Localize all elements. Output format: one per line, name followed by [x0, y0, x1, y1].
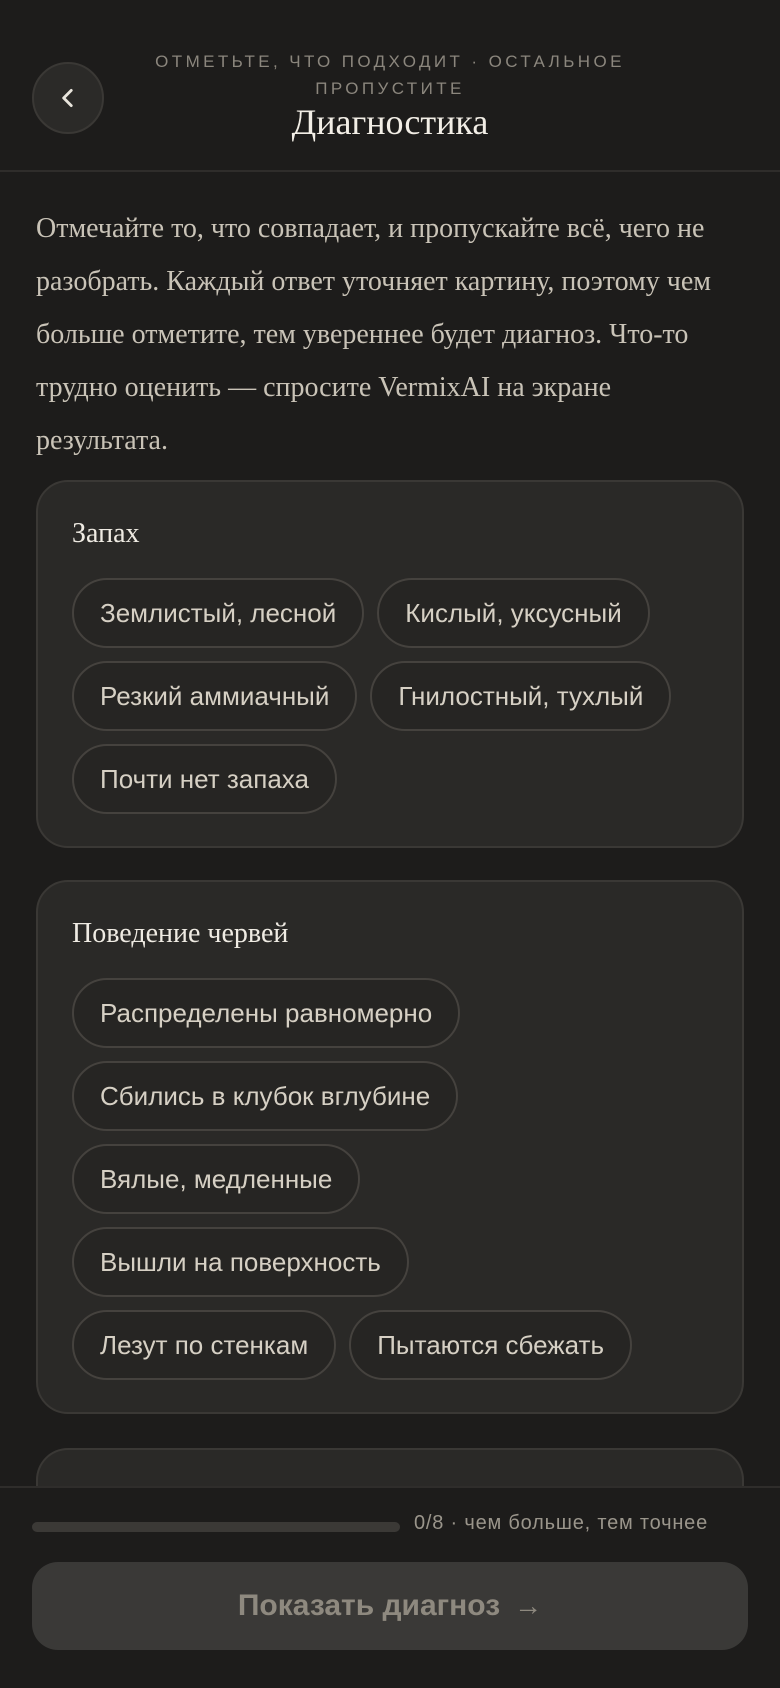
option-chip[interactable]: Вялые, медленные [72, 1144, 361, 1214]
page-title: Диагностика [291, 102, 489, 142]
option-chip[interactable]: Пытаются сбежать [349, 1310, 633, 1380]
option-chip[interactable]: Землистый, лесной [72, 578, 365, 648]
option-chip[interactable]: Вышли на поверхность [72, 1227, 409, 1297]
section-card-smell: Запах Землистый, лесной Кислый, уксусный… [36, 480, 744, 848]
option-chip[interactable]: Резкий аммиачный [72, 661, 358, 731]
header: ОТМЕТЬТЕ, ЧТО ПОДХОДИТ · ОСТАЛЬНОЕ ПРОПУ… [0, 0, 780, 172]
arrow-right-icon: → [514, 1590, 543, 1621]
section-card-behaviour: Поведение червей Распределены равномерно… [36, 880, 744, 1414]
intro-text: Отмечайте то, что совпадает, и пропускай… [36, 213, 712, 456]
progress-text: 0/8 · чем больше, тем точнее [414, 1512, 709, 1534]
option-chip[interactable]: Лезут по стенкам [72, 1310, 337, 1380]
progress-bar [32, 1522, 400, 1532]
show-diagnosis-button[interactable]: Показать диагноз → [32, 1562, 748, 1650]
header-subtitle: ОТМЕТЬТЕ, ЧТО ПОДХОДИТ · ОСТАЛЬНОЕ ПРОПУ… [155, 52, 625, 98]
option-chips: Землистый, лесной Кислый, уксусный Резки… [72, 578, 710, 814]
chevron-left-icon [62, 89, 73, 107]
option-chip[interactable]: Распределены равномерно [72, 978, 461, 1048]
option-chip[interactable]: Почти нет запаха [72, 744, 337, 814]
diagnostics-screen: ОТМЕТЬТЕ, ЧТО ПОДХОДИТ · ОСТАЛЬНОЕ ПРОПУ… [0, 0, 780, 1688]
cta-label: Показать диагноз [237, 1589, 501, 1622]
section-title: Поведение червей [72, 918, 289, 949]
section-title: Запах [72, 518, 140, 549]
option-chips: Распределены равномерно Сбились в клубок… [72, 978, 710, 1380]
bottom-bar: 0/8 · чем больше, тем точнее Показать ди… [0, 1486, 780, 1688]
option-chip[interactable]: Кислый, уксусный [377, 578, 650, 648]
option-chip[interactable]: Сбились в клубок вглубине [72, 1061, 459, 1131]
back-button[interactable] [32, 62, 104, 134]
option-chip[interactable]: Гнилостный, тухлый [370, 661, 672, 731]
